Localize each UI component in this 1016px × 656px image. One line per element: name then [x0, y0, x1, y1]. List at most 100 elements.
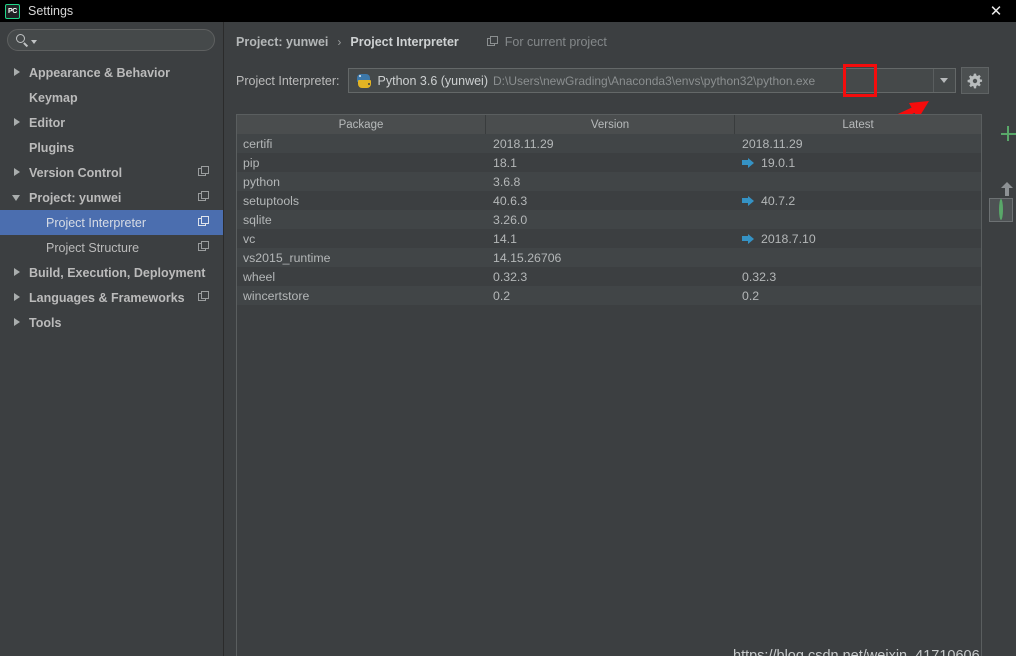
cell-package: wheel [243, 269, 276, 284]
cell-version: 14.1 [493, 231, 517, 246]
show-early-releases-button[interactable] [988, 198, 1013, 222]
column-header-package[interactable]: Package [237, 115, 486, 134]
sidebar-item-label: Tools [29, 315, 62, 330]
table-row[interactable]: wincertstore 0.2 0.2 [237, 286, 981, 305]
table-row[interactable]: certifi 2018.11.29 2018.11.29 [237, 134, 981, 153]
table-row[interactable]: pip 18.1 19.0.1 [237, 153, 981, 172]
cell-package: python [243, 174, 280, 189]
close-icon[interactable]: ✕ [976, 0, 1016, 22]
sidebar-item-label: Project Interpreter [46, 215, 147, 230]
window-title: Settings [28, 4, 74, 18]
cell-latest-value: 40.7.2 [761, 193, 796, 208]
sidebar-item-project-interpreter[interactable]: Project Interpreter [0, 210, 223, 235]
cell-latest [735, 248, 981, 267]
table-body: certifi 2018.11.29 2018.11.29 pip 18.1 19.0.1… [237, 134, 981, 305]
cell-latest [735, 210, 981, 229]
cell-latest: 40.7.2 [735, 191, 981, 210]
cell-package: sqlite [243, 212, 272, 227]
cell-latest-value: 2018.11.29 [742, 136, 803, 151]
package-toolbar [987, 114, 1016, 226]
settings-tree: Appearance & Behavior Keymap Editor Plugins… [0, 60, 223, 335]
sidebar-item-label: Keymap [29, 90, 78, 105]
breadcrumb-project[interactable]: Project: yunwei [236, 35, 328, 49]
cell-version: 0.2 [493, 288, 511, 303]
sidebar-item-build-execution-deployment[interactable]: Build, Execution, Deployment [0, 260, 223, 285]
table-row[interactable]: vs2015_runtime 14.15.26706 [237, 248, 981, 267]
cell-package: vs2015_runtime [243, 250, 331, 265]
upgrade-available-icon [742, 195, 755, 206]
sidebar-item-label: Project Structure [46, 240, 140, 255]
search-input[interactable] [37, 33, 214, 47]
uninstall-package-button[interactable] [989, 142, 1013, 166]
chevron-right-icon[interactable] [12, 117, 24, 129]
cell-version: 3.26.0 [493, 212, 528, 227]
chevron-right-icon[interactable] [12, 317, 24, 329]
interpreter-row: Project Interpreter: Python 3.6 (yunwei)… [236, 67, 989, 94]
chevron-down-icon[interactable] [932, 69, 955, 92]
upgrade-available-icon [742, 157, 755, 168]
module-icon [198, 291, 210, 303]
upgrade-package-button[interactable] [989, 170, 1013, 196]
cell-latest-value: 2018.7.10 [761, 231, 816, 246]
sidebar-item-project-structure[interactable]: Project Structure [0, 235, 223, 260]
table-row[interactable]: vc 14.1 2018.7.10 [237, 229, 981, 248]
chevron-right-icon[interactable] [12, 167, 24, 179]
cell-package: vc [243, 231, 256, 246]
cell-latest: 2018.11.29 [735, 134, 981, 153]
cell-latest-value: 19.0.1 [761, 155, 796, 170]
cell-package: setuptools [243, 193, 300, 208]
interpreter-settings-button[interactable] [960, 67, 989, 94]
python-logo-icon [357, 73, 372, 88]
module-icon [198, 191, 210, 203]
chevron-right-icon[interactable] [12, 267, 24, 279]
table-row[interactable]: setuptools 40.6.3 40.7.2 [237, 191, 981, 210]
column-header-version[interactable]: Version [486, 115, 735, 134]
search-area [0, 22, 223, 51]
title-bar: PC Settings ✕ [0, 0, 1016, 22]
table-row[interactable]: wheel 0.32.3 0.32.3 [237, 267, 981, 286]
interpreter-path: D:\Users\newGrading\Anaconda3\envs\pytho… [493, 73, 816, 88]
watermark: https://blog.csdn.net/weixin_41710606 [733, 648, 980, 656]
page-title: Project Interpreter [350, 35, 459, 49]
cell-version: 18.1 [493, 155, 517, 170]
circle-icon [998, 199, 1003, 220]
sidebar-item-label: Version Control [29, 165, 123, 180]
scope-note-label: For current project [504, 35, 607, 49]
sidebar-item-editor[interactable]: Editor [0, 110, 223, 135]
chevron-right-icon[interactable] [12, 292, 24, 304]
search-box[interactable] [7, 29, 215, 51]
sidebar-item-appearance-behavior[interactable]: Appearance & Behavior [0, 60, 223, 85]
settings-window: PC Settings ✕ Appearance & Behavior Keyma… [0, 0, 1016, 656]
chevron-down-icon[interactable] [12, 192, 24, 204]
cell-version: 2018.11.29 [493, 136, 554, 151]
gear-icon [967, 73, 982, 88]
interpreter-select[interactable]: Python 3.6 (yunwei) D:\Users\newGrading\… [347, 68, 956, 93]
cell-latest: 2018.7.10 [735, 229, 981, 248]
cell-version: 3.6.8 [493, 174, 521, 189]
module-icon [198, 241, 210, 253]
sidebar-item-languages-frameworks[interactable]: Languages & Frameworks [0, 285, 223, 310]
column-header-latest[interactable]: Latest [735, 115, 981, 134]
cell-latest-value: 0.2 [742, 288, 760, 303]
sidebar-item-project-yunwei[interactable]: Project: yunwei [0, 185, 223, 210]
cell-latest [735, 172, 981, 191]
sidebar-item-plugins[interactable]: Plugins [0, 135, 223, 160]
module-icon [198, 216, 210, 228]
table-row[interactable]: sqlite 3.26.0 [237, 210, 981, 229]
interpreter-name: Python 3.6 (yunwei) [377, 73, 488, 88]
cell-latest: 19.0.1 [735, 153, 981, 172]
sidebar-item-label: Build, Execution, Deployment [29, 265, 206, 280]
sidebar-item-keymap[interactable]: Keymap [0, 85, 223, 110]
breadcrumb-separator-icon: › [337, 35, 342, 49]
install-package-button[interactable] [989, 114, 1016, 141]
chevron-right-icon[interactable] [12, 67, 24, 79]
table-row[interactable]: python 3.6.8 [237, 172, 981, 191]
table-header: Package Version Latest [237, 115, 981, 134]
sidebar-item-tools[interactable]: Tools [0, 310, 223, 335]
cell-package: pip [243, 155, 260, 170]
sidebar-item-label: Project: yunwei [29, 190, 122, 205]
sidebar-item-label: Appearance & Behavior [29, 65, 171, 80]
cell-latest: 0.2 [735, 286, 981, 305]
sidebar-item-version-control[interactable]: Version Control [0, 160, 223, 185]
scope-note: For current project [486, 35, 607, 49]
